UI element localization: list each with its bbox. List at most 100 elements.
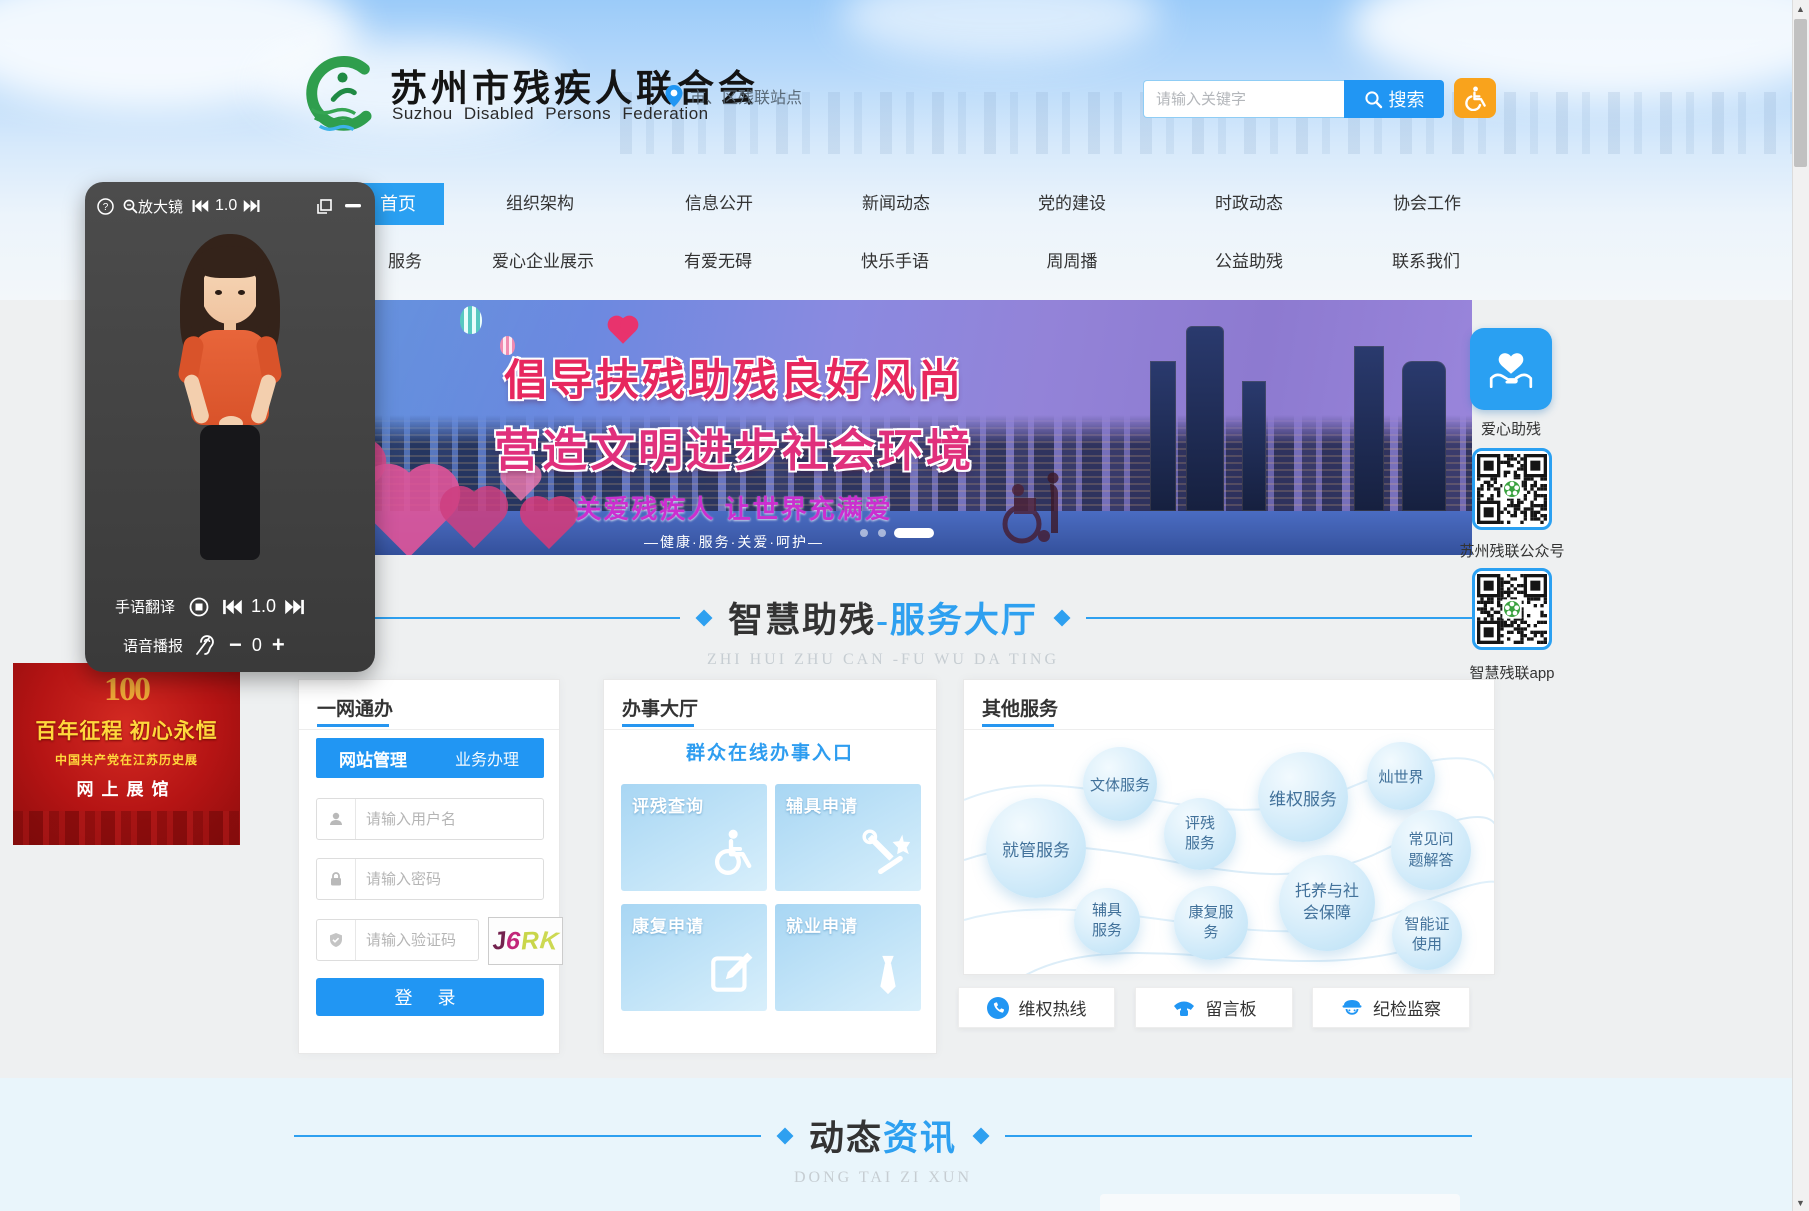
restore-window-icon[interactable]: [316, 198, 333, 215]
one-stop-panel: 一网通办 网站管理 业务办理 J6RK 登 录: [298, 679, 560, 1054]
nav-item-politics[interactable]: 时政动态: [1184, 183, 1314, 225]
banner-slogan-1: 倡导扶残助残良好风尚: [384, 346, 1084, 408]
rewind-icon[interactable]: [221, 599, 243, 615]
stop-icon[interactable]: [189, 597, 209, 617]
password-field-wrap: [316, 858, 544, 900]
scrollbar-up-arrow[interactable]: ▲: [1792, 0, 1809, 17]
sign-language-avatar-panel[interactable]: ? 放大镜 1.0: [85, 182, 375, 672]
discipline-inspection-button[interactable]: 纪检监察: [1312, 987, 1470, 1028]
hearing-ear-icon[interactable]: [195, 634, 215, 656]
search-button-label: 搜索: [1389, 86, 1425, 112]
bubble-label: 智能证使用: [1402, 915, 1452, 955]
banner-slogan-2: 营造文明进步社会环境: [384, 414, 1084, 479]
bubble-smart-card-usage[interactable]: 智能证使用: [1392, 900, 1462, 970]
hotline-label: 留言板: [1206, 995, 1257, 1020]
message-board-button[interactable]: 留言板: [1135, 987, 1293, 1028]
bubble-rehab-service[interactable]: 康复服务: [1174, 886, 1248, 960]
tools-icon: [859, 826, 911, 883]
diamond-decoration: [1053, 609, 1070, 626]
bubble-rights-protection-service[interactable]: 维权服务: [1258, 752, 1348, 842]
captcha-input[interactable]: [356, 920, 478, 960]
site-logo[interactable]: [298, 52, 382, 140]
voice-broadcast-label: 语音播报: [123, 635, 183, 656]
captcha-image[interactable]: J6RK: [488, 917, 563, 965]
hero-banner[interactable]: 倡导扶残助残良好风尚 营造文明进步社会环境 关爱残疾人 让世界充满爱 —健康·服…: [294, 300, 1472, 555]
bubble-label: 托养与社会保障: [1292, 881, 1362, 925]
nav-item-weekly-broadcast[interactable]: 周周播: [1007, 241, 1137, 283]
bubble-faq[interactable]: 常见问题解答: [1391, 810, 1471, 890]
wheelchair-icon: [1462, 85, 1488, 111]
bubble-employment-mgmt-service[interactable]: 就管服务: [986, 798, 1086, 898]
nav-item-party-building[interactable]: 党的建设: [1007, 183, 1137, 225]
service-hall-section-header: 智慧助残-服务大厅 ZHI HUI ZHU CAN -FU WU DA TING: [294, 592, 1472, 669]
login-button[interactable]: 登 录: [316, 978, 544, 1016]
sign-translate-label: 手语翻译: [115, 596, 175, 617]
tile-assistive-device-application[interactable]: 辅具申请: [775, 784, 921, 891]
news-section-header: 动态资讯 DONG TAI ZI XUN: [294, 1110, 1472, 1187]
banner-slogan-3: 关爱残疾人 让世界充满爱: [384, 489, 1084, 526]
title-underline: [982, 724, 1054, 727]
rewind-icon[interactable]: [191, 199, 209, 213]
banner-page-dot[interactable]: [878, 529, 886, 537]
poster-line1: 百年征程 初心永恒: [13, 715, 240, 745]
scrollbar-thumb[interactable]: [1794, 19, 1807, 167]
bubble-label: 常见问题解答: [1406, 829, 1456, 871]
tile-disability-assessment-query[interactable]: 评残查询: [621, 784, 767, 891]
bubble-assistive-device-service[interactable]: 辅具服务: [1074, 888, 1140, 954]
cloud-decoration: [840, 0, 1160, 60]
station-link[interactable]: 市、区残联站点: [664, 84, 802, 108]
volume-plus-button[interactable]: +: [272, 632, 285, 658]
bubble-assessment-service[interactable]: 评残服务: [1164, 798, 1236, 870]
fast-forward-icon[interactable]: [243, 199, 261, 213]
nav-item-info-disclosure[interactable]: 信息公开: [654, 183, 784, 225]
minimize-icon[interactable]: [345, 204, 361, 208]
title-blue-part: -服务大厅: [876, 601, 1038, 640]
nav-item-charity[interactable]: 公益助残: [1184, 241, 1314, 283]
scrollbar-down-arrow[interactable]: ▼: [1792, 1194, 1809, 1211]
captcha-char: K: [539, 926, 561, 957]
phone-icon: [987, 997, 1009, 1019]
telephone-icon: [1172, 997, 1196, 1019]
bubble-label: 评残服务: [1183, 814, 1217, 854]
hands-heart-icon: [1486, 344, 1536, 394]
bubble-can-world[interactable]: 灿世界: [1367, 742, 1435, 810]
fast-forward-icon[interactable]: [284, 599, 306, 615]
search-input[interactable]: [1143, 80, 1356, 118]
qr-code-app: [1472, 568, 1552, 650]
tab-business-handling[interactable]: 业务办理: [430, 746, 544, 770]
next-content-hint: [1100, 1194, 1460, 1211]
nav-item-news[interactable]: 新闻动态: [831, 183, 961, 225]
rights-hotline-button[interactable]: 维权热线: [958, 987, 1115, 1028]
title-blue-part: 资讯: [883, 1119, 957, 1158]
love-help-tile[interactable]: [1470, 328, 1552, 410]
tile-employment-application[interactable]: 就业申请: [775, 904, 921, 1011]
magnifier-label[interactable]: 放大镜: [138, 196, 183, 217]
tab-site-management[interactable]: 网站管理: [316, 746, 430, 771]
bubble-culture-sports-service[interactable]: 文体服务: [1083, 747, 1157, 821]
help-icon[interactable]: ?: [97, 198, 114, 215]
nav-item-happy-sign-language[interactable]: 快乐手语: [830, 241, 960, 283]
search-button[interactable]: 搜索: [1344, 80, 1444, 118]
user-icon: [317, 799, 356, 839]
password-input[interactable]: [356, 859, 543, 899]
scrollbar-track[interactable]: [1792, 0, 1809, 1211]
online-exhibition-poster[interactable]: 100 百年征程 初心永恒 中国共产党在江苏历史展 网上展馆: [13, 663, 240, 845]
nav-item-contact-us[interactable]: 联系我们: [1361, 241, 1491, 283]
magnifier-icon[interactable]: [122, 198, 138, 214]
other-services-panel: 其他服务 文体服务 就管服务 评残服务 维权服务 灿世界 常见问题解答 辅具服务…: [963, 679, 1495, 975]
username-input[interactable]: [356, 799, 543, 839]
qr-pattern: [1477, 453, 1547, 525]
banner-page-active-indicator[interactable]: [894, 528, 934, 538]
nav-item-association-work[interactable]: 协会工作: [1362, 183, 1492, 225]
bubble-care-social-security[interactable]: 托养与社会保障: [1279, 855, 1375, 951]
bubble-label: 辅具服务: [1090, 901, 1124, 941]
tile-rehabilitation-application[interactable]: 康复申请: [621, 904, 767, 1011]
volume-minus-button[interactable]: −: [229, 632, 242, 658]
banner-page-dot[interactable]: [860, 529, 868, 537]
title-underline: [317, 724, 389, 727]
voice-broadcast-controls: 语音播报 − 0 +: [85, 632, 375, 658]
nav-item-caring-companies[interactable]: 爱心企业展示: [478, 241, 608, 283]
accessibility-button[interactable]: [1454, 78, 1496, 118]
nav-item-barrier-free[interactable]: 有爱无碍: [653, 241, 783, 283]
nav-item-organization[interactable]: 组织架构: [475, 183, 605, 225]
